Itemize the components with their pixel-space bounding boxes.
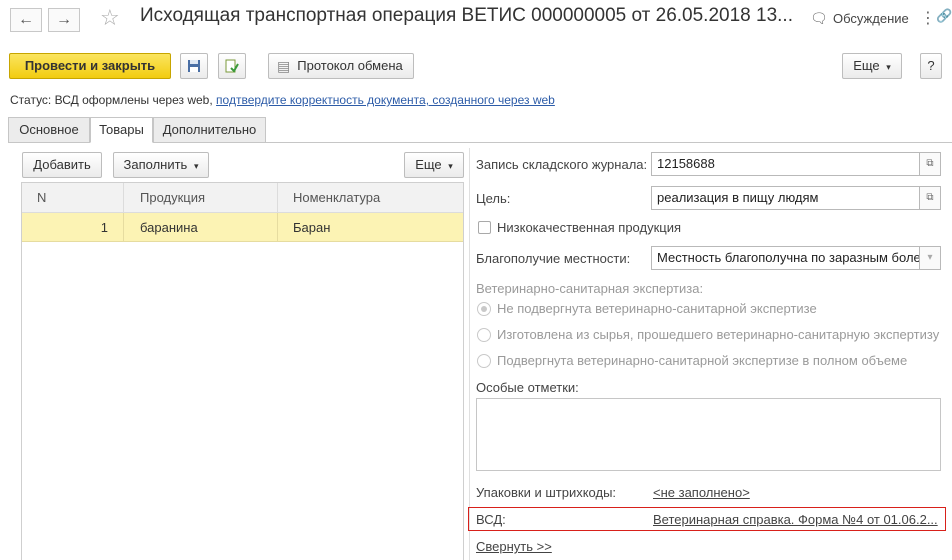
vet-exam-option-raw: Изготовлена из сырья, прошедшего ветерин… (497, 327, 940, 342)
vsd-link[interactable]: Ветеринарная справка. Форма №4 от 01.06.… (653, 512, 938, 527)
journal-label: Запись складского журнала: (476, 157, 648, 172)
vsd-label: ВСД: (476, 512, 506, 527)
status-line: Статус: ВСД оформлены через web, подтвер… (10, 93, 555, 107)
chevron-down-icon: ▾ (448, 161, 453, 171)
chevron-down-icon: ▾ (193, 161, 199, 171)
purpose-field[interactable]: реализация в пищу людям (651, 186, 920, 210)
special-marks-label: Особые отметки: (476, 380, 579, 395)
chevron-down-icon[interactable]: ▾ (919, 246, 941, 270)
exchange-log-label: Протокол обмена (297, 58, 403, 73)
help-button[interactable]: ? (920, 53, 942, 79)
column-header-nomenclature[interactable]: Номенклатура (293, 183, 380, 213)
status-prefix: Статус: (10, 93, 52, 107)
column-divider (123, 183, 124, 213)
document-post-icon (225, 59, 239, 73)
vet-exam-option-full: Подвергнута ветеринарно-санитарной экспе… (497, 353, 908, 368)
cell-nomenclature: Баран (293, 220, 331, 235)
more-vertical-icon[interactable]: ⋮ (920, 8, 936, 28)
floppy-disk-icon (188, 60, 200, 72)
status-text: ВСД оформлены через web, (54, 93, 213, 107)
low-quality-label: Низкокачественная продукция (497, 220, 682, 235)
locality-select[interactable]: Местность благополучна по заразным боле (651, 246, 920, 270)
column-header-product[interactable]: Продукция (140, 183, 205, 213)
discussion-button[interactable]: 🗨 Обсуждение (810, 10, 910, 30)
discussion-icon: 🗨 (810, 10, 828, 26)
arrow-left-icon: ← (18, 11, 34, 28)
discussion-label: Обсуждение (833, 11, 909, 26)
add-button[interactable]: Добавить (22, 152, 102, 178)
journal-field[interactable]: 12158688 (651, 152, 920, 176)
column-header-n[interactable]: N (37, 183, 46, 213)
cell-n: 1 (100, 220, 108, 235)
collapse-link[interactable]: Свернуть >> (476, 539, 552, 554)
post-document-button[interactable] (218, 53, 246, 79)
exchange-log-button[interactable]: ▤ Протокол обмена (268, 53, 414, 79)
star-icon[interactable]: ☆ (100, 5, 120, 31)
vet-exam-radio-none[interactable] (477, 302, 491, 316)
low-quality-checkbox[interactable] (478, 221, 491, 234)
column-divider (277, 213, 278, 242)
packages-link[interactable]: <не заполнено> (653, 485, 750, 500)
confirm-web-link[interactable]: подтвердите корректность документа, созд… (216, 93, 555, 107)
goods-more-label: Еще (415, 157, 442, 172)
goods-table-header: N Продукция Номенклатура (22, 183, 463, 213)
vet-exam-option-none: Не подвергнута ветеринарно-санитарной эк… (497, 301, 817, 316)
goods-more-button[interactable]: Еще ▾ (404, 152, 464, 178)
arrow-right-icon: → (56, 11, 72, 28)
more-label: Еще (853, 58, 880, 73)
column-divider (123, 213, 124, 242)
link-icon[interactable]: 🔗 (936, 8, 952, 24)
vet-exam-radio-full[interactable] (477, 354, 491, 368)
save-button[interactable] (180, 53, 208, 79)
tab-goods[interactable]: Товары (90, 117, 153, 143)
document-icon: ▤ (277, 58, 291, 74)
locality-label: Благополучие местности: (476, 251, 631, 266)
open-icon[interactable]: ⧉ (919, 186, 941, 210)
post-close-button[interactable]: Провести и закрыть (9, 53, 171, 79)
column-divider (277, 183, 278, 213)
open-icon[interactable]: ⧉ (919, 152, 941, 176)
fill-label: Заполнить (123, 157, 188, 172)
packages-label: Упаковки и штрихкоды: (476, 485, 617, 500)
chevron-down-icon: ▾ (886, 62, 891, 72)
panel-splitter[interactable] (469, 148, 470, 560)
tab-additional[interactable]: Дополнительно (153, 117, 266, 143)
forward-button[interactable]: → (48, 8, 80, 32)
table-row[interactable]: 1 баранина Баран (22, 213, 463, 242)
special-marks-field[interactable] (476, 398, 941, 471)
cell-product: баранина (140, 220, 198, 235)
more-button[interactable]: Еще ▾ (842, 53, 902, 79)
tab-main[interactable]: Основное (8, 117, 90, 143)
vet-exam-radio-raw[interactable] (477, 328, 491, 342)
back-button[interactable]: ← (10, 8, 42, 32)
fill-button[interactable]: Заполнить ▾ (113, 152, 209, 178)
vet-exam-label: Ветеринарно-санитарная экспертиза: (476, 281, 704, 296)
window-title: Исходящая транспортная операция ВЕТИС 00… (140, 5, 793, 26)
purpose-label: Цель: (476, 191, 511, 206)
